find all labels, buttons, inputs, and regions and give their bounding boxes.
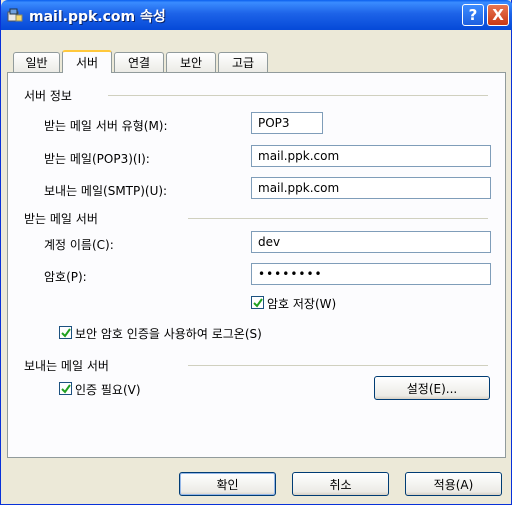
incoming-server-header: 받는 메일 서버 (24, 212, 98, 226)
tab-general[interactable]: 일반 (13, 52, 60, 72)
incoming-mail-input[interactable]: mail.ppk.com (251, 145, 491, 167)
outgoing-mail-label: 보내는 메일(SMTP)(U): (44, 184, 168, 198)
window-title: mail.ppk.com 속성 (29, 9, 166, 25)
spa-logon-checkbox[interactable] (59, 326, 72, 339)
title-bar[interactable]: mail.ppk.com 속성 ? X (1, 0, 512, 30)
mail-server-icon (7, 8, 23, 22)
remember-password-label: 암호 저장(W) (267, 297, 337, 311)
account-name-label: 계정 이름(C): (44, 238, 114, 252)
help-button[interactable]: ? (462, 4, 484, 26)
tab-label: 일반 (25, 56, 48, 70)
server-info-header: 서버 정보 (24, 89, 72, 103)
auth-required-label: 인증 필요(V) (75, 383, 141, 397)
outgoing-mail-input[interactable]: mail.ppk.com (251, 177, 491, 199)
incoming-server-type-label: 받는 메일 서버 유형(M): (44, 119, 168, 133)
tab-server[interactable]: 서버 (62, 50, 112, 73)
tab-security[interactable]: 보안 (166, 52, 216, 72)
spa-logon-label: 보안 암호 인증을 사용하여 로그온(S) (75, 327, 262, 341)
settings-button[interactable]: 설정(E)... (374, 376, 490, 400)
divider (188, 218, 488, 219)
outgoing-server-header: 보내는 메일 서버 (24, 359, 109, 373)
remember-password-checkbox[interactable] (251, 296, 264, 309)
tab-connection[interactable]: 연결 (114, 52, 164, 72)
checkmark-icon (61, 328, 71, 338)
tab-label: 연결 (127, 56, 151, 70)
tab-label: 보안 (179, 56, 203, 70)
tab-label: 고급 (231, 56, 255, 70)
divider (108, 95, 488, 96)
checkmark-icon (253, 298, 263, 308)
checkmark-icon (61, 384, 71, 394)
tab-advanced[interactable]: 고급 (218, 52, 268, 72)
auth-required-checkbox[interactable] (59, 382, 72, 395)
properties-dialog: mail.ppk.com 속성 ? X 일반 서버 연결 보안 고급 서버 정보… (0, 0, 512, 505)
account-name-input[interactable]: dev (251, 231, 491, 253)
tab-label: 서버 (75, 56, 99, 70)
ok-button[interactable]: 확인 (179, 472, 276, 496)
password-label: 암호(P): (44, 270, 87, 284)
server-tab-panel: 서버 정보 받는 메일 서버 유형(M): POP3 받는 메일(POP3)(I… (7, 72, 506, 458)
divider (188, 365, 488, 366)
apply-button[interactable]: 적용(A) (405, 472, 502, 496)
close-icon: X (492, 6, 504, 24)
incoming-mail-label: 받는 메일(POP3)(I): (44, 152, 150, 166)
help-icon: ? (468, 6, 478, 24)
password-input[interactable]: •••••••• (251, 263, 491, 285)
cancel-button[interactable]: 취소 (292, 472, 389, 496)
incoming-server-type-field[interactable]: POP3 (251, 112, 323, 134)
close-button[interactable]: X (487, 4, 509, 26)
